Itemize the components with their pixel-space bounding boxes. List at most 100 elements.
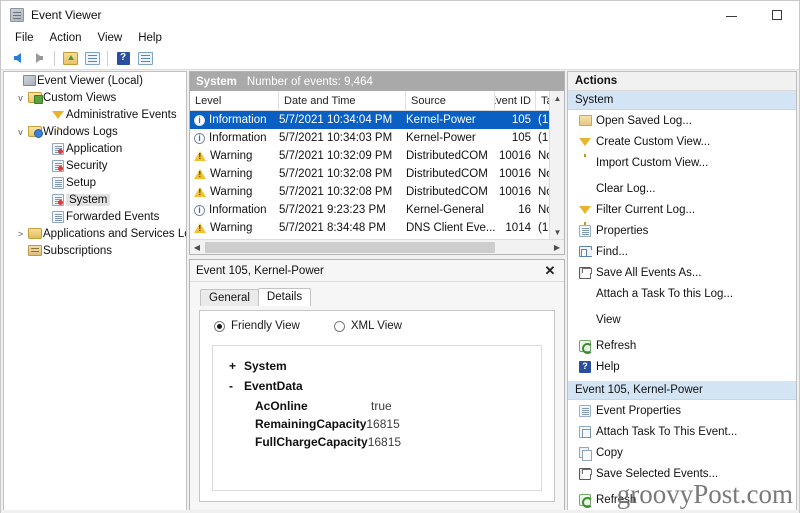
- action-event-properties[interactable]: Event Properties: [568, 400, 796, 421]
- column-header-event-id[interactable]: Event ID: [495, 90, 536, 111]
- event-list[interactable]: System Number of events: 9,464 Level Dat…: [189, 71, 565, 255]
- cell-level-text: Warning: [210, 150, 253, 162]
- radio-friendly-view-label: Friendly View: [231, 320, 300, 332]
- toolbar: ?: [1, 47, 799, 70]
- action-clear-log[interactable]: Clear Log...: [568, 178, 796, 199]
- tree-item-application[interactable]: Application: [4, 140, 186, 157]
- view-mode-radio-group: Friendly View XML View: [200, 311, 554, 332]
- scroll-up-icon[interactable]: ▲: [550, 91, 564, 105]
- friendly-view-content[interactable]: + System - EventData AcOnline true Remai…: [212, 345, 542, 491]
- action-import-custom-view[interactable]: Import Custom View...: [568, 152, 796, 173]
- action-help[interactable]: ? Help: [568, 356, 796, 377]
- event-list-horizontal-scrollbar[interactable]: ◀ ▶: [190, 239, 564, 254]
- cell-event-id: 10016: [499, 186, 531, 198]
- copy-icon: [574, 446, 596, 461]
- column-header-level[interactable]: Level: [190, 90, 279, 111]
- action-filter-current-log[interactable]: Filter Current Log...: [568, 199, 796, 225]
- console-tree-pane[interactable]: Event Viewer (Local) v Custom Views Admi…: [3, 71, 187, 511]
- table-row[interactable]: Warning 5/7/2021 10:32:08 PM Distributed…: [190, 165, 564, 183]
- action-save-all-events-as[interactable]: Save All Events As...: [568, 262, 796, 283]
- field-fullChargeCapacity: FullChargeCapacity 16815: [255, 435, 541, 449]
- node-system[interactable]: + System: [229, 359, 541, 373]
- cell-source: Kernel-Power: [406, 132, 476, 144]
- collapse-minus-icon[interactable]: -: [229, 379, 237, 393]
- properties-icon: [84, 51, 100, 65]
- table-row[interactable]: Warning 5/7/2021 10:32:09 PM Distributed…: [190, 147, 564, 165]
- radio-xml-view[interactable]: XML View: [333, 320, 402, 332]
- column-header-source[interactable]: Source: [406, 90, 495, 111]
- radio-friendly-view[interactable]: Friendly View: [214, 320, 300, 332]
- forward-button[interactable]: [28, 48, 50, 68]
- action-label: Help: [596, 360, 620, 373]
- action-refresh[interactable]: Refresh: [568, 335, 796, 356]
- tree-item-windows-logs[interactable]: v Windows Logs: [4, 123, 186, 140]
- action-attach-task-to-event[interactable]: Attach Task To This Event...: [568, 421, 796, 442]
- tree-item-label: Security: [66, 159, 108, 172]
- scroll-right-icon[interactable]: ▶: [550, 240, 564, 254]
- action-properties[interactable]: Properties: [568, 220, 796, 241]
- help-button[interactable]: ?: [112, 48, 134, 68]
- arrow-right-icon: [35, 53, 43, 63]
- minimize-button[interactable]: [709, 1, 754, 28]
- cell-event-id: 10016: [499, 168, 531, 180]
- radio-button-icon: [333, 320, 345, 332]
- action-save-selected-events[interactable]: Save Selected Events...: [568, 463, 796, 484]
- tab-general[interactable]: General: [200, 289, 259, 306]
- tree-item-event-viewer-local[interactable]: Event Viewer (Local): [4, 72, 186, 89]
- action-create-custom-view[interactable]: Create Custom View...: [568, 131, 796, 157]
- tree-item-applications-and-services-logs[interactable]: > Applications and Services Logs: [4, 225, 186, 242]
- tree-twisty-apps-services[interactable]: >: [14, 229, 27, 239]
- warning-icon: [194, 151, 206, 161]
- horizontal-scroll-thumb[interactable]: [205, 242, 495, 253]
- column-header-date-time[interactable]: Date and Time: [279, 90, 406, 111]
- table-row[interactable]: Warning 5/7/2021 8:34:48 PM DNS Client E…: [190, 219, 564, 237]
- close-icon[interactable]: ✕: [542, 264, 558, 277]
- show-action-pane-button[interactable]: [134, 48, 156, 68]
- menu-file[interactable]: File: [7, 30, 42, 46]
- action-refresh-event[interactable]: Refresh: [568, 489, 796, 510]
- event-detail-title: Event 105, Kernel-Power: [196, 264, 324, 277]
- action-label: Properties: [596, 224, 649, 237]
- scroll-left-icon[interactable]: ◀: [190, 240, 204, 254]
- warning-icon: [194, 223, 206, 233]
- back-button[interactable]: [6, 48, 28, 68]
- table-row[interactable]: i Information 5/7/2021 10:34:04 PM Kerne…: [190, 111, 564, 129]
- tree-twisty-windows-logs[interactable]: v: [14, 127, 27, 137]
- save-icon: [574, 467, 596, 480]
- table-row[interactable]: i Information 5/7/2021 9:23:23 PM Kernel…: [190, 201, 564, 219]
- show-hide-console-tree-button[interactable]: [81, 48, 103, 68]
- action-copy[interactable]: Copy: [568, 442, 796, 463]
- tree-twisty-custom-views[interactable]: v: [14, 93, 27, 103]
- tree-item-setup[interactable]: Setup: [4, 174, 186, 191]
- actions-pane: Actions System Open Saved Log... Create …: [567, 71, 797, 511]
- action-attach-task-to-log[interactable]: Attach a Task To this Log...: [568, 283, 796, 304]
- tree-item-subscriptions[interactable]: Subscriptions: [4, 242, 186, 259]
- maximize-button[interactable]: [754, 1, 799, 28]
- tree-item-security[interactable]: Security: [4, 157, 186, 174]
- details-tab-body: Friendly View XML View + System - EventD…: [199, 310, 555, 502]
- table-row[interactable]: i Information 5/7/2021 10:34:03 PM Kerne…: [190, 129, 564, 147]
- action-open-saved-log[interactable]: Open Saved Log...: [568, 110, 796, 131]
- menu-help[interactable]: Help: [130, 30, 170, 46]
- scroll-down-icon[interactable]: ▼: [550, 225, 564, 239]
- event-detail-title-bar: Event 105, Kernel-Power ✕: [190, 260, 564, 282]
- folder-up-icon: [62, 51, 78, 65]
- event-list-vertical-scrollbar[interactable]: ▲ ▼: [549, 91, 564, 239]
- folder-plain-icon: [27, 228, 43, 239]
- action-view[interactable]: View: [568, 309, 796, 330]
- expand-plus-icon[interactable]: +: [229, 359, 237, 373]
- up-one-level-button[interactable]: [59, 48, 81, 68]
- tree-item-label: Administrative Events: [66, 108, 177, 121]
- tree-item-forwarded-events[interactable]: Forwarded Events: [4, 208, 186, 225]
- tree-item-system[interactable]: System: [4, 191, 186, 208]
- maximize-icon: [771, 9, 782, 20]
- tab-details[interactable]: Details: [257, 288, 312, 306]
- menu-view[interactable]: View: [90, 30, 131, 46]
- tree-item-administrative-events[interactable]: Administrative Events: [4, 106, 186, 130]
- table-row[interactable]: Warning 5/7/2021 10:32:08 PM Distributed…: [190, 183, 564, 201]
- menu-action[interactable]: Action: [42, 30, 90, 46]
- action-pane-icon: [137, 51, 153, 65]
- action-find[interactable]: Find...: [568, 241, 796, 262]
- tree-item-custom-views[interactable]: v Custom Views: [4, 89, 186, 106]
- node-eventdata[interactable]: - EventData: [229, 379, 541, 393]
